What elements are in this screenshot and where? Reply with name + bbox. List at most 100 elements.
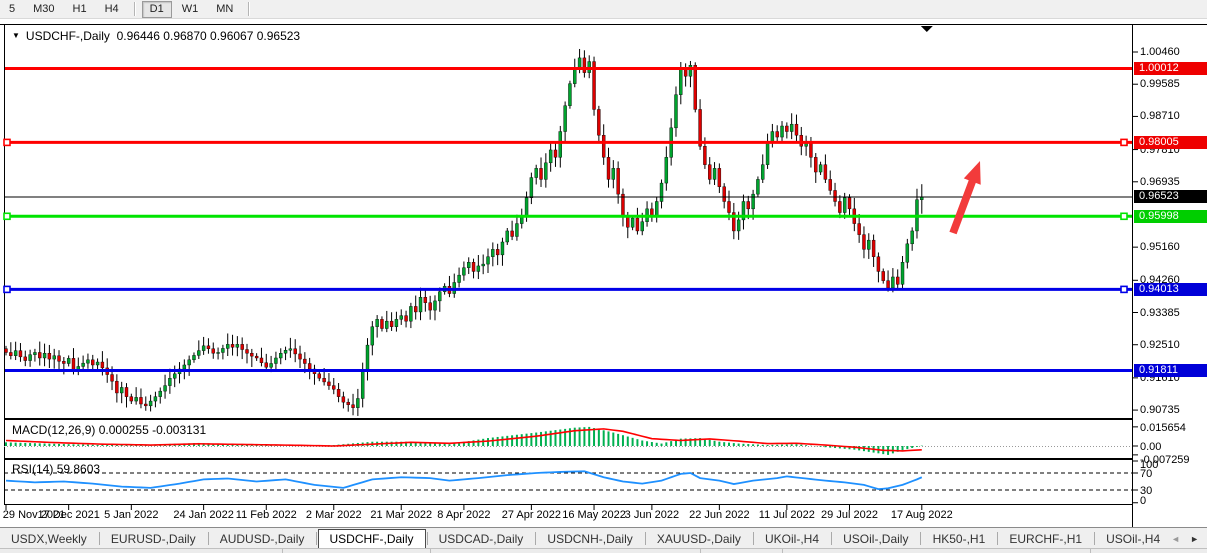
candle-body: [718, 168, 721, 186]
date-axis-label: 24 Jan 2022: [173, 509, 234, 521]
symbol-dropdown-icon[interactable]: ▼: [12, 31, 20, 40]
main-macd-divider: [4, 418, 1132, 420]
chart-tab-audusd-daily[interactable]: AUDUSD-,Daily: [209, 530, 316, 548]
macd-indicator-label: MACD(12,26,9) 0.000255 -0.003131: [12, 423, 206, 437]
candle-body: [564, 106, 567, 132]
candle-body: [511, 231, 514, 237]
ohlc-values: 0.96446 0.96870 0.96067 0.96523: [117, 29, 301, 43]
statusbar-divider: [1090, 549, 1091, 553]
candle-body: [679, 69, 682, 95]
date-axis-label: 27 Apr 2022: [502, 509, 561, 521]
candle-body: [535, 168, 538, 177]
hline-handle[interactable]: [4, 213, 10, 219]
statusbar-divider: [700, 549, 701, 553]
statusbar-divider: [282, 549, 283, 553]
candle-body: [761, 165, 764, 180]
rsi-axis-label: 0: [1140, 495, 1146, 507]
candle-body: [467, 262, 470, 268]
macd-rsi-divider: [4, 458, 1132, 460]
price-axis-label: 0.95160: [1140, 241, 1180, 253]
chart-tab-usdcnh-daily[interactable]: USDCNH-,Daily: [536, 530, 643, 548]
candle-body: [424, 297, 427, 303]
hline-handle[interactable]: [1121, 286, 1127, 292]
candle-body: [906, 244, 909, 262]
chart-tab-hk50-h1[interactable]: HK50-,H1: [922, 530, 997, 548]
candle-body: [221, 348, 224, 352]
chart-tab-eurchf-h1[interactable]: EURCHF-,H1: [998, 530, 1093, 548]
candle-body: [554, 150, 557, 157]
candle-body: [279, 353, 282, 358]
statusbar-divider: [430, 549, 431, 553]
candle-body: [173, 374, 176, 378]
candle-body: [540, 168, 543, 179]
candle-body: [202, 346, 205, 351]
candle-body: [96, 362, 99, 365]
candle-body: [260, 358, 263, 363]
candle-body: [501, 242, 504, 255]
candle-body: [887, 281, 890, 288]
price-level-badge-0.96523: 0.96523: [1134, 190, 1207, 203]
price-level-badge-0.94013: 0.94013: [1134, 283, 1207, 296]
candle-body: [752, 194, 755, 209]
chart-tab-usdchf-daily[interactable]: USDCHF-,Daily: [318, 529, 426, 549]
tab-scroll-right-icon[interactable]: ►: [1190, 534, 1199, 544]
candle-body: [217, 352, 220, 353]
candle-body: [568, 84, 571, 106]
candle-body: [506, 231, 509, 242]
hline-handle[interactable]: [4, 139, 10, 145]
candle-body: [882, 271, 885, 280]
candle-body: [419, 297, 422, 312]
candle-body: [790, 124, 793, 131]
hline-handle[interactable]: [1121, 139, 1127, 145]
candle-body: [91, 360, 94, 365]
candle-body: [9, 352, 12, 355]
candle-body: [135, 397, 138, 401]
chart-tab-ukoil-h4[interactable]: UKOil-,H4: [754, 530, 830, 548]
candle-body: [53, 356, 56, 359]
hline-handle[interactable]: [4, 286, 10, 292]
candle-body: [188, 360, 191, 365]
tab-scroll-left-icon[interactable]: ◄: [1171, 534, 1180, 544]
price-level-badge-0.95998: 0.95998: [1134, 210, 1207, 223]
candle-body: [414, 306, 417, 312]
candle-body: [212, 349, 215, 353]
candle-body: [549, 150, 552, 163]
candle-body: [708, 165, 711, 180]
candle-body: [766, 143, 769, 165]
candle-body: [858, 224, 861, 235]
chart-tab-usoil-daily[interactable]: USOil-,Daily: [832, 530, 919, 548]
date-axis-label: 21 Mar 2022: [370, 509, 432, 521]
candle-body: [674, 95, 677, 128]
date-axis-label: 29 Jul 2022: [821, 509, 878, 521]
chart-tab-usdx-weekly[interactable]: USDX,Weekly: [0, 530, 98, 548]
candle-body: [911, 231, 914, 244]
candle-body: [626, 216, 629, 227]
candle-body: [737, 220, 740, 231]
candle-body: [395, 319, 398, 326]
candle-body: [862, 235, 865, 250]
price-axis-label: 1.00460: [1140, 46, 1180, 58]
candle-body: [299, 354, 302, 359]
chart-shift-marker-icon: [921, 26, 933, 32]
candle-body: [867, 240, 870, 249]
chart-tab-usdcad-daily[interactable]: USDCAD-,Daily: [428, 530, 535, 548]
candle-body: [800, 135, 803, 146]
candle-body: [318, 374, 321, 378]
chart-canvas[interactable]: [0, 0, 1207, 553]
hline-handle[interactable]: [1121, 213, 1127, 219]
price-axis-label: 0.92510: [1140, 339, 1180, 351]
candle-body: [848, 198, 851, 209]
candle-body: [183, 365, 186, 369]
candle-body: [164, 386, 167, 392]
candle-body: [891, 277, 894, 288]
macd-axis-label: 0.00: [1140, 441, 1161, 453]
candle-body: [5, 349, 8, 353]
candle-body: [530, 178, 533, 198]
candle-body: [583, 58, 586, 73]
candle-body: [352, 405, 355, 408]
chart-tab-xauusd-daily[interactable]: XAUUSD-,Daily: [646, 530, 752, 548]
trend-arrow-annotation[interactable]: [949, 161, 980, 234]
chart-tab-usoil-h4[interactable]: USOil-,H4: [1095, 530, 1171, 548]
price-axis-label: 0.99585: [1140, 78, 1180, 90]
chart-tab-eurusd-daily[interactable]: EURUSD-,Daily: [100, 530, 207, 548]
